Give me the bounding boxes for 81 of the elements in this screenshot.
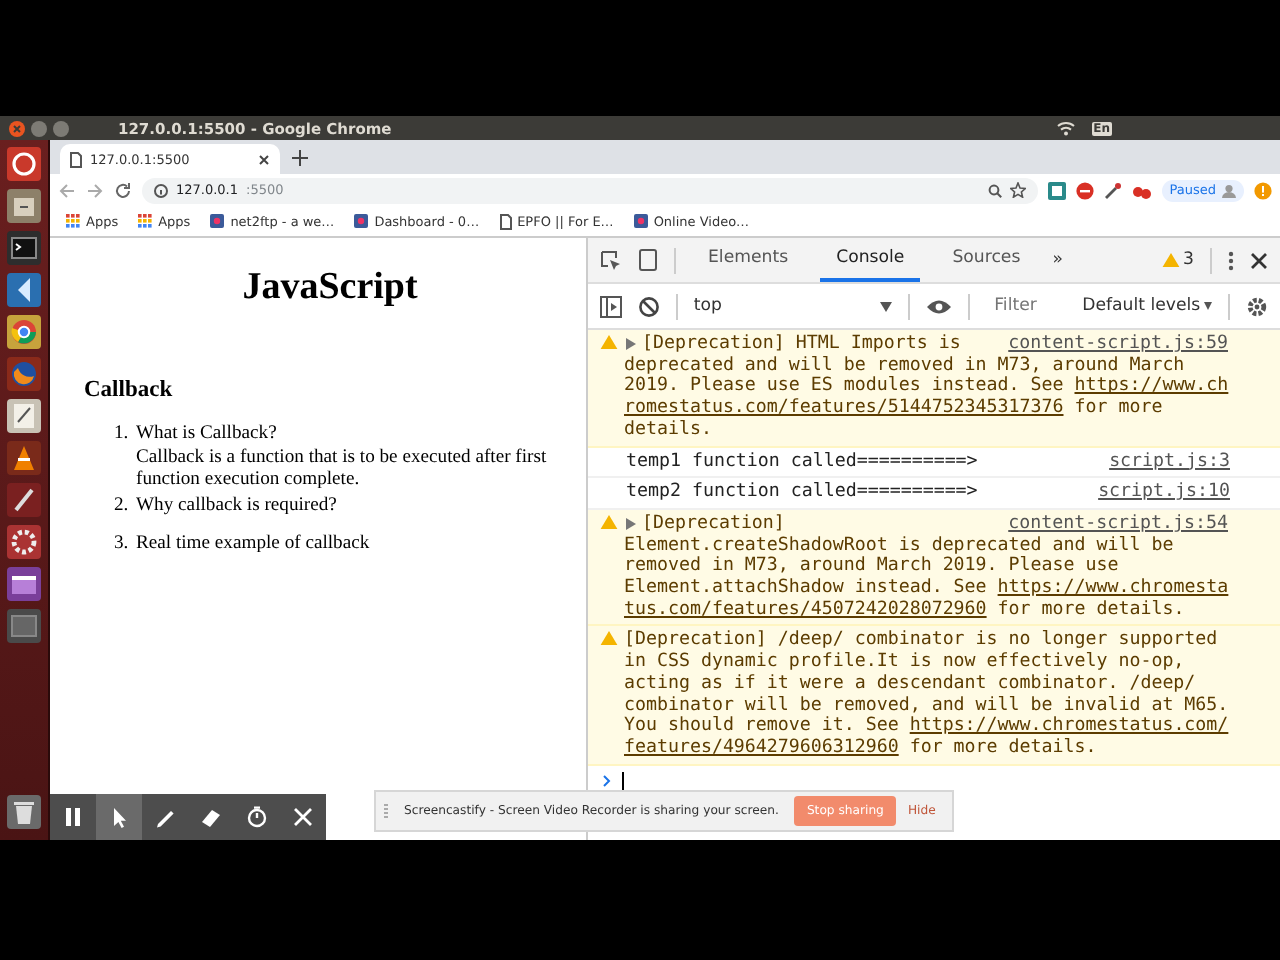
terminal-icon[interactable] [6,230,42,266]
section-heading: Callback [84,378,175,402]
close-icon[interactable] [258,153,270,165]
expand-arrow-icon[interactable] [626,518,636,531]
source-link[interactable]: script.js:10 [1098,482,1230,504]
site-icon [354,214,369,228]
source-link[interactable]: content-script.js:59 [1008,334,1228,356]
warning-icon [1161,252,1180,268]
star-icon[interactable] [1009,182,1026,198]
cherries-icon[interactable] [1131,181,1152,199]
list-number: 2. [114,493,131,517]
console-message: Element.createShadowRoot is deprecated and will be removed in M73, around March 2019. Please use Element.attachShadow instead. See https://www.chromestatus.com/features/4507242028072960 for more details. [624,535,1231,621]
pause-icon[interactable] [62,806,84,828]
list-number: 1. [114,422,131,448]
gear-icon[interactable] [6,524,42,560]
more-options-icon[interactable] [1228,249,1234,271]
avatar-icon [1222,183,1236,197]
source-link[interactable]: content-script.js:54 [1008,513,1228,536]
info-icon [154,183,168,197]
page-icon [70,151,82,167]
message-heading: [Deprecation] [642,513,787,536]
console-message: [Deprecation] /deep/ combinator is no longer supported in CSS dynamic profile.It is now effectively no-op, acting as if it were a descendant combinator. /deep/ combinator will be removed, and will be invalid at M65. You should remove it. See https://www.chromestatus.com/features/4964279606312960 for more details. [624,630,1231,760]
settings-icon[interactable] [1246,295,1268,317]
prompt-chevron-icon [602,774,612,789]
dropdown-arrow-icon [1204,302,1213,310]
text-cursor [622,771,624,792]
devtools-tab[interactable]: Elements [692,238,805,282]
page-icon [499,213,512,229]
clear-console-icon[interactable] [638,295,660,317]
pen-icon[interactable] [154,806,176,828]
wifi-icon[interactable] [1055,120,1076,136]
expand-arrow-icon[interactable] [626,338,636,351]
source-link[interactable]: script.js:3 [1109,451,1230,473]
file-cabinet-icon[interactable] [6,188,42,224]
inspect-icon[interactable] [600,249,622,271]
console-message: temp1 function called==========> [626,451,980,473]
dropdown-arrow-icon [880,301,893,311]
sidebar-toggle-icon[interactable] [600,295,622,317]
paint-brush-icon[interactable] [6,482,42,518]
site-icon [210,214,225,228]
list-number: 3. [114,532,131,556]
apps-grid-icon [138,214,153,228]
levels-dropdown[interactable]: Default levels [1082,296,1213,316]
text-editor-icon[interactable] [6,398,42,434]
traffic-cone-icon[interactable] [6,440,42,476]
devtools-tab[interactable]: Sources [936,238,1037,282]
drag-handle[interactable] [384,804,388,818]
apps-grid-icon [66,214,80,228]
list-item-text: Real time example of callback [136,532,370,556]
list-item-text: What is Callback? [136,422,279,446]
code-editor-icon[interactable] [6,272,42,308]
list-item-detail: Callback is a function that is to be executed after first function execution complete. [136,445,549,492]
maximize-icon[interactable] [52,119,70,137]
context-selector[interactable]: top [693,296,893,316]
extension-icon[interactable] [1047,181,1066,199]
pointer-icon[interactable] [108,806,130,828]
minimize-icon[interactable] [30,119,48,137]
page-heading: JavaScript [240,266,420,310]
close-icon[interactable] [1250,251,1268,269]
warning-icon [600,513,618,530]
warning-count[interactable]: 3 [1161,250,1194,270]
eye-icon[interactable] [926,297,953,315]
device-icon[interactable] [638,248,658,272]
list-item-text: Why callback is required? [136,493,337,517]
stop-sign-icon[interactable] [1075,181,1094,199]
console-message: deprecated and will be removed in M73, around March 2019. Please use ES modules instead. See https://www.chromestatus.com/features/5144752345317376 for more details. [624,355,1231,442]
browser-icon[interactable] [6,314,42,350]
site-icon [633,214,648,228]
workspace-icon[interactable] [6,608,42,644]
trash-icon[interactable] [6,794,42,830]
message-heading: [Deprecation] HTML Imports is [642,334,963,356]
more-tabs-button[interactable]: » [1052,250,1063,270]
timer-icon[interactable] [246,806,268,828]
eraser-icon[interactable] [200,806,222,828]
console-message: temp2 function called==========> [626,482,980,504]
window-icon[interactable] [6,566,42,602]
warning-icon [600,334,618,350]
zoom-icon[interactable] [987,183,1002,197]
eyedropper-icon[interactable] [1103,181,1122,199]
reload-icon[interactable] [114,181,132,199]
new-tab-icon[interactable] [292,149,308,165]
